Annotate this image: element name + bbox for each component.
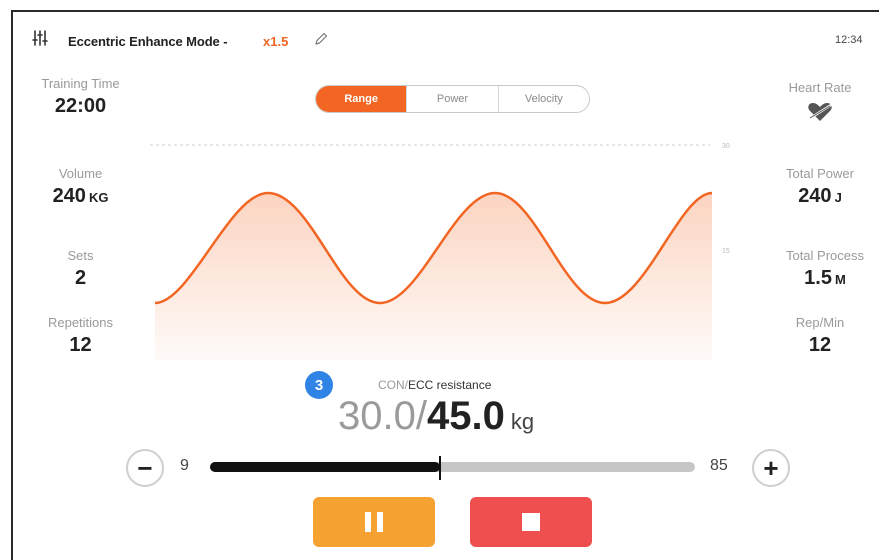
stat-label: Total Process — [785, 248, 865, 263]
stat-label: Volume — [58, 166, 103, 181]
tab-range[interactable]: Range — [316, 86, 408, 112]
stat-training-time: Training Time 22:00 — [28, 76, 133, 118]
pencil-icon[interactable] — [314, 32, 328, 46]
con-value: 30.0/ — [338, 394, 427, 438]
stat-value: 240 KG — [52, 185, 109, 207]
decrease-button[interactable]: − — [126, 449, 164, 487]
resistance-label: CON/ECC resistance — [378, 378, 492, 392]
stat-value: 2 — [74, 267, 87, 289]
pause-button[interactable] — [313, 497, 435, 547]
resistance-value: 30.0/45.0 kg — [338, 394, 534, 439]
sliders-icon[interactable] — [32, 30, 48, 46]
chart-area-fill — [155, 193, 712, 360]
stat-label: Repetitions — [47, 315, 114, 330]
stat-value: 12 — [69, 334, 92, 356]
stat-value: 22:00 — [54, 95, 107, 117]
heart-broken-icon — [808, 103, 832, 121]
range-chart: 30 15 — [150, 143, 730, 360]
stat-heart-rate: Heart Rate — [770, 80, 870, 128]
slider-thumb[interactable] — [439, 456, 441, 480]
stat-label: Training Time — [41, 76, 120, 91]
y-tick-label-top: 30 — [722, 143, 730, 150]
pause-icon — [365, 512, 383, 532]
stat-rep-per-min: Rep/Min 12 — [770, 315, 870, 357]
stat-value: 12 — [808, 334, 832, 356]
stat-repetitions: Repetitions 12 — [28, 315, 133, 357]
stat-label: Heart Rate — [788, 80, 852, 95]
stat-value: 1.5 M — [804, 267, 846, 289]
tab-power[interactable]: Power — [407, 86, 499, 112]
stat-value: 240 J — [798, 185, 842, 207]
stop-button[interactable] — [470, 497, 592, 547]
clock-time: 12:34 — [835, 34, 863, 46]
resistance-slider[interactable] — [210, 456, 695, 480]
stat-label: Sets — [67, 248, 94, 263]
slider-fill — [210, 462, 440, 472]
resistance-unit: kg — [510, 409, 535, 434]
stat-volume: Volume 240 KG — [28, 166, 133, 208]
stat-sets: Sets 2 — [28, 248, 133, 290]
chart-mode-tabs: Range Power Velocity — [315, 85, 590, 113]
slider-max-label: 85 — [710, 457, 728, 474]
increase-button[interactable]: + — [752, 449, 790, 487]
stop-icon — [522, 513, 540, 531]
set-number-badge: 3 — [305, 371, 333, 399]
slider-min-label: 9 — [180, 457, 189, 474]
y-tick-label-mid: 15 — [722, 248, 730, 255]
mode-multiplier: x1.5 — [263, 34, 289, 49]
stat-total-power: Total Power 240 J — [770, 166, 870, 208]
stat-label: Total Power — [786, 166, 854, 181]
tab-velocity[interactable]: Velocity — [499, 86, 589, 112]
mode-title: Eccentric Enhance Mode - — [68, 34, 228, 49]
stat-label: Rep/Min — [795, 315, 845, 330]
ecc-value: 45.0 — [426, 394, 505, 438]
stat-total-process: Total Process 1.5 M — [770, 248, 880, 290]
